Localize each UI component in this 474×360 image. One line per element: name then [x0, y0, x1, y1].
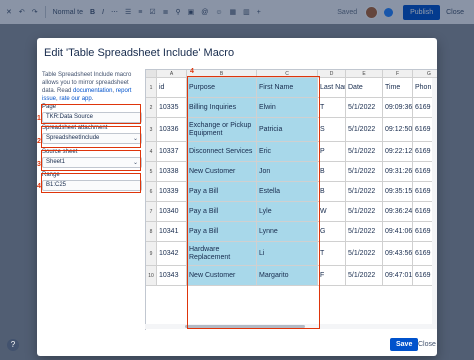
table-cell[interactable]: 10340 [157, 202, 187, 222]
table-cell[interactable]: 10337 [157, 142, 187, 162]
macro-settings-panel: Table Spreadsheet Include macro allows y… [42, 71, 142, 191]
save-button[interactable]: Save [390, 338, 419, 351]
row-number: 2 [146, 98, 157, 118]
documentation-link[interactable]: documentation [73, 88, 112, 94]
header-cell[interactable]: Time [383, 78, 413, 98]
annotation-box-attachment [41, 126, 141, 148]
annotation-number-2: 2 [37, 138, 41, 145]
row-number: 1 [146, 78, 157, 98]
table-cell[interactable]: T [318, 98, 346, 118]
table-cell[interactable]: 5/1/2022 [346, 98, 383, 118]
annotation-number-3: 3 [37, 161, 41, 168]
annotation-number-4: 4 [190, 68, 194, 75]
table-cell[interactable]: 09:35:15 [383, 182, 413, 202]
header-cell[interactable]: id [157, 78, 187, 98]
table-cell[interactable]: 09:47:01 [383, 266, 413, 286]
annotation-box-sheet [41, 150, 141, 171]
table-cell[interactable]: 10343 [157, 266, 187, 286]
annotation-box-range [41, 173, 141, 193]
annotation-box-page [41, 104, 141, 124]
header-cell[interactable]: Date [346, 78, 383, 98]
table-cell[interactable]: 09:36:24 [383, 202, 413, 222]
column-header-letter: G [413, 70, 437, 78]
table-cell[interactable]: T [318, 242, 346, 266]
annotation-number-4: 4 [37, 183, 41, 190]
table-cell[interactable]: 10338 [157, 162, 187, 182]
read-text: Read [57, 88, 72, 94]
row-number: 4 [146, 142, 157, 162]
annotation-box-range-selection [187, 76, 320, 329]
column-header-letter: E [346, 70, 383, 78]
row-number: 9 [146, 242, 157, 266]
header-cell[interactable]: Last Name [318, 78, 346, 98]
annotation-number-1: 1 [37, 115, 41, 122]
table-cell[interactable]: G [318, 222, 346, 242]
table-cell[interactable]: 5/1/2022 [346, 182, 383, 202]
table-cell[interactable]: P [318, 142, 346, 162]
dialog-footer: Save Close [37, 334, 437, 356]
table-cell[interactable]: B [318, 182, 346, 202]
help-icon[interactable]: ? [7, 339, 19, 351]
table-cell[interactable]: 5/1/2022 [346, 202, 383, 222]
vertical-scrollbar[interactable] [432, 78, 437, 324]
column-header-letter: D [318, 70, 346, 78]
table-cell[interactable]: 5/1/2022 [346, 142, 383, 162]
table-cell[interactable]: 09:22:12 [383, 142, 413, 162]
table-cell[interactable]: 09:31:26 [383, 162, 413, 182]
row-number: 5 [146, 162, 157, 182]
table-cell[interactable]: 10341 [157, 222, 187, 242]
macro-description: Table Spreadsheet Include macro allows y… [42, 72, 132, 102]
table-cell[interactable]: 5/1/2022 [346, 118, 383, 142]
table-cell[interactable]: 10336 [157, 118, 187, 142]
column-header-letter: F [383, 70, 413, 78]
table-cell[interactable]: 5/1/2022 [346, 162, 383, 182]
table-cell[interactable]: 09:43:56 [383, 242, 413, 266]
table-cell[interactable]: 5/1/2022 [346, 222, 383, 242]
table-cell[interactable]: 10342 [157, 242, 187, 266]
table-cell[interactable]: 10335 [157, 98, 187, 118]
macro-dialog: Edit 'Table Spreadsheet Include' Macro T… [37, 38, 437, 356]
row-number: 10 [146, 266, 157, 286]
close-button[interactable]: Close [416, 338, 437, 351]
row-number: 7 [146, 202, 157, 222]
row-number: 6 [146, 182, 157, 202]
row-number: 3 [146, 118, 157, 142]
table-cell[interactable]: S [318, 118, 346, 142]
table-cell[interactable]: F [318, 266, 346, 286]
grid-corner [146, 70, 157, 78]
table-cell[interactable]: 5/1/2022 [346, 242, 383, 266]
table-cell[interactable]: 10339 [157, 182, 187, 202]
column-header-letter: A [157, 70, 187, 78]
table-cell[interactable]: 09:41:06 [383, 222, 413, 242]
row-number: 8 [146, 222, 157, 242]
table-cell[interactable]: 5/1/2022 [346, 266, 383, 286]
table-cell[interactable]: 09:12:50 [383, 118, 413, 142]
table-cell[interactable]: B [318, 162, 346, 182]
dialog-title: Edit 'Table Spreadsheet Include' Macro [44, 47, 235, 59]
table-cell[interactable]: 09:09:36 [383, 98, 413, 118]
table-cell[interactable]: W [318, 202, 346, 222]
rate-app-link[interactable]: rate our app [59, 96, 91, 102]
